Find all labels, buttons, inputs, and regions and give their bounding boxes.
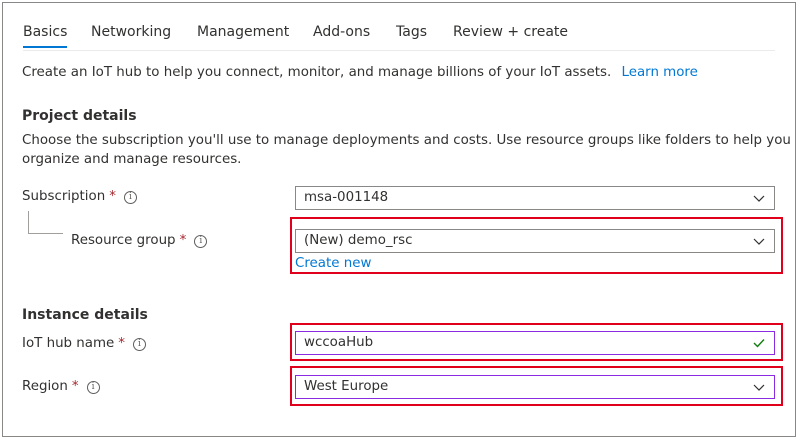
tab-divider xyxy=(23,50,775,51)
hub-name-input[interactable]: wccoaHub xyxy=(295,331,775,355)
learn-more-link[interactable]: Learn more xyxy=(622,65,698,80)
subscription-value: msa-001148 xyxy=(304,190,389,205)
tab-networking[interactable]: Networking xyxy=(91,24,171,40)
chevron-down-icon xyxy=(753,195,765,202)
tab-review-create[interactable]: Review + create xyxy=(453,24,568,40)
subscription-label-text: Subscription xyxy=(22,189,106,204)
subscription-label: Subscription * i xyxy=(22,187,137,207)
required-marker: * xyxy=(109,189,116,204)
intro-description: Create an IoT hub to help you connect, m… xyxy=(22,65,612,80)
resource-group-label: Resource group * i xyxy=(71,231,208,251)
info-icon[interactable]: i xyxy=(86,380,100,394)
iot-hub-create-form: Basics Networking Management Add-ons Tag… xyxy=(2,2,796,437)
required-marker: * xyxy=(179,233,187,248)
region-value: West Europe xyxy=(304,379,389,394)
resource-group-value: (New) demo_rsc xyxy=(304,233,413,248)
tab-tags[interactable]: Tags xyxy=(396,24,427,40)
info-icon[interactable]: i xyxy=(133,337,146,351)
project-description-line1: Choose the subscription you'll use to ma… xyxy=(22,133,791,148)
hub-name-label-text: IoT hub name xyxy=(22,336,115,351)
tree-connector xyxy=(28,211,63,234)
required-marker: * xyxy=(71,379,79,394)
create-new-link[interactable]: Create new xyxy=(295,254,371,274)
hub-name-label: IoT hub name * i xyxy=(22,334,146,354)
project-description-line2: organize and manage resources. xyxy=(22,152,242,167)
region-label: Region * i xyxy=(22,377,100,397)
info-icon[interactable]: i xyxy=(194,234,208,248)
required-marker: * xyxy=(118,336,125,351)
resource-group-dropdown[interactable]: (New) demo_rsc xyxy=(295,229,775,253)
hub-name-value: wccoaHub xyxy=(304,335,374,350)
checkmark-icon xyxy=(753,339,765,348)
info-icon[interactable]: i xyxy=(123,190,137,204)
project-details-heading: Project details xyxy=(22,108,137,124)
intro-text: Create an IoT hub to help you connect, m… xyxy=(22,63,698,83)
subscription-dropdown[interactable]: msa-001148 xyxy=(295,186,775,210)
region-dropdown[interactable]: West Europe xyxy=(295,375,775,399)
tab-add-ons[interactable]: Add-ons xyxy=(313,24,370,40)
region-label-text: Region xyxy=(22,379,68,394)
chevron-down-icon xyxy=(753,238,765,245)
tab-management[interactable]: Management xyxy=(197,24,289,40)
tab-basics[interactable]: Basics xyxy=(23,24,68,48)
chevron-down-icon xyxy=(753,384,765,391)
instance-details-heading: Instance details xyxy=(22,307,148,323)
resource-group-label-text: Resource group xyxy=(71,233,176,248)
